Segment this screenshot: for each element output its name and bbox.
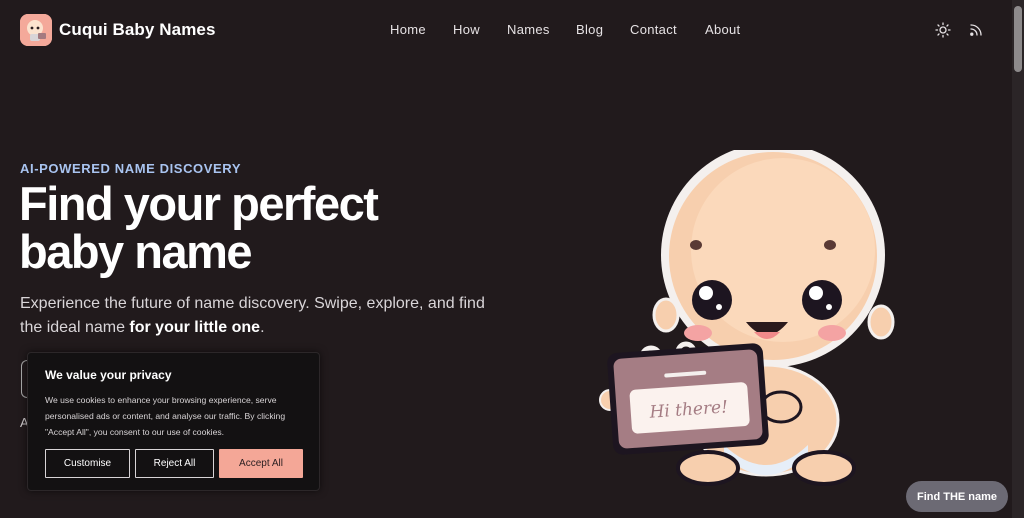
- cookie-body: We use cookies to enhance your browsing …: [45, 395, 286, 437]
- nav-blog[interactable]: Blog: [576, 22, 603, 37]
- hero-eyebrow: AI-POWERED NAME DISCOVERY: [20, 161, 242, 176]
- subtitle-emphasis: for your little one: [129, 319, 261, 336]
- reject-all-button[interactable]: Reject All: [135, 449, 214, 478]
- customise-button[interactable]: Customise: [45, 449, 130, 478]
- subtitle-end: .: [260, 319, 265, 336]
- cookie-consent-banner: We value your privacy We use cookies to …: [27, 352, 320, 491]
- accept-all-button[interactable]: Accept All: [219, 449, 303, 478]
- nav-contact[interactable]: Contact: [630, 22, 677, 37]
- logo-icon[interactable]: [20, 14, 52, 46]
- cookie-title: We value your privacy: [45, 368, 172, 382]
- site-header: Cuqui Baby Names Home How Names Blog Con…: [0, 0, 1012, 60]
- page-scrollbar[interactable]: [1012, 0, 1024, 518]
- nav-how[interactable]: How: [453, 22, 480, 37]
- brand-name[interactable]: Cuqui Baby Names: [59, 20, 216, 40]
- hero-headline: Find your perfect baby name: [19, 180, 499, 276]
- headline-line-2: baby name: [19, 225, 253, 278]
- baby-illustration: Hi there!: [596, 143, 901, 490]
- nav-names[interactable]: Names: [507, 22, 550, 37]
- nav-about[interactable]: About: [705, 22, 740, 37]
- rss-icon[interactable]: [968, 22, 984, 38]
- sun-icon[interactable]: [935, 22, 951, 38]
- nav-home[interactable]: Home: [390, 22, 426, 37]
- find-the-name-button[interactable]: Find THE name: [906, 481, 1008, 512]
- hero-subtitle: Experience the future of name discovery.…: [20, 292, 500, 340]
- headline-line-1: Find your perfect: [19, 177, 379, 230]
- scrollbar-thumb[interactable]: [1014, 6, 1022, 72]
